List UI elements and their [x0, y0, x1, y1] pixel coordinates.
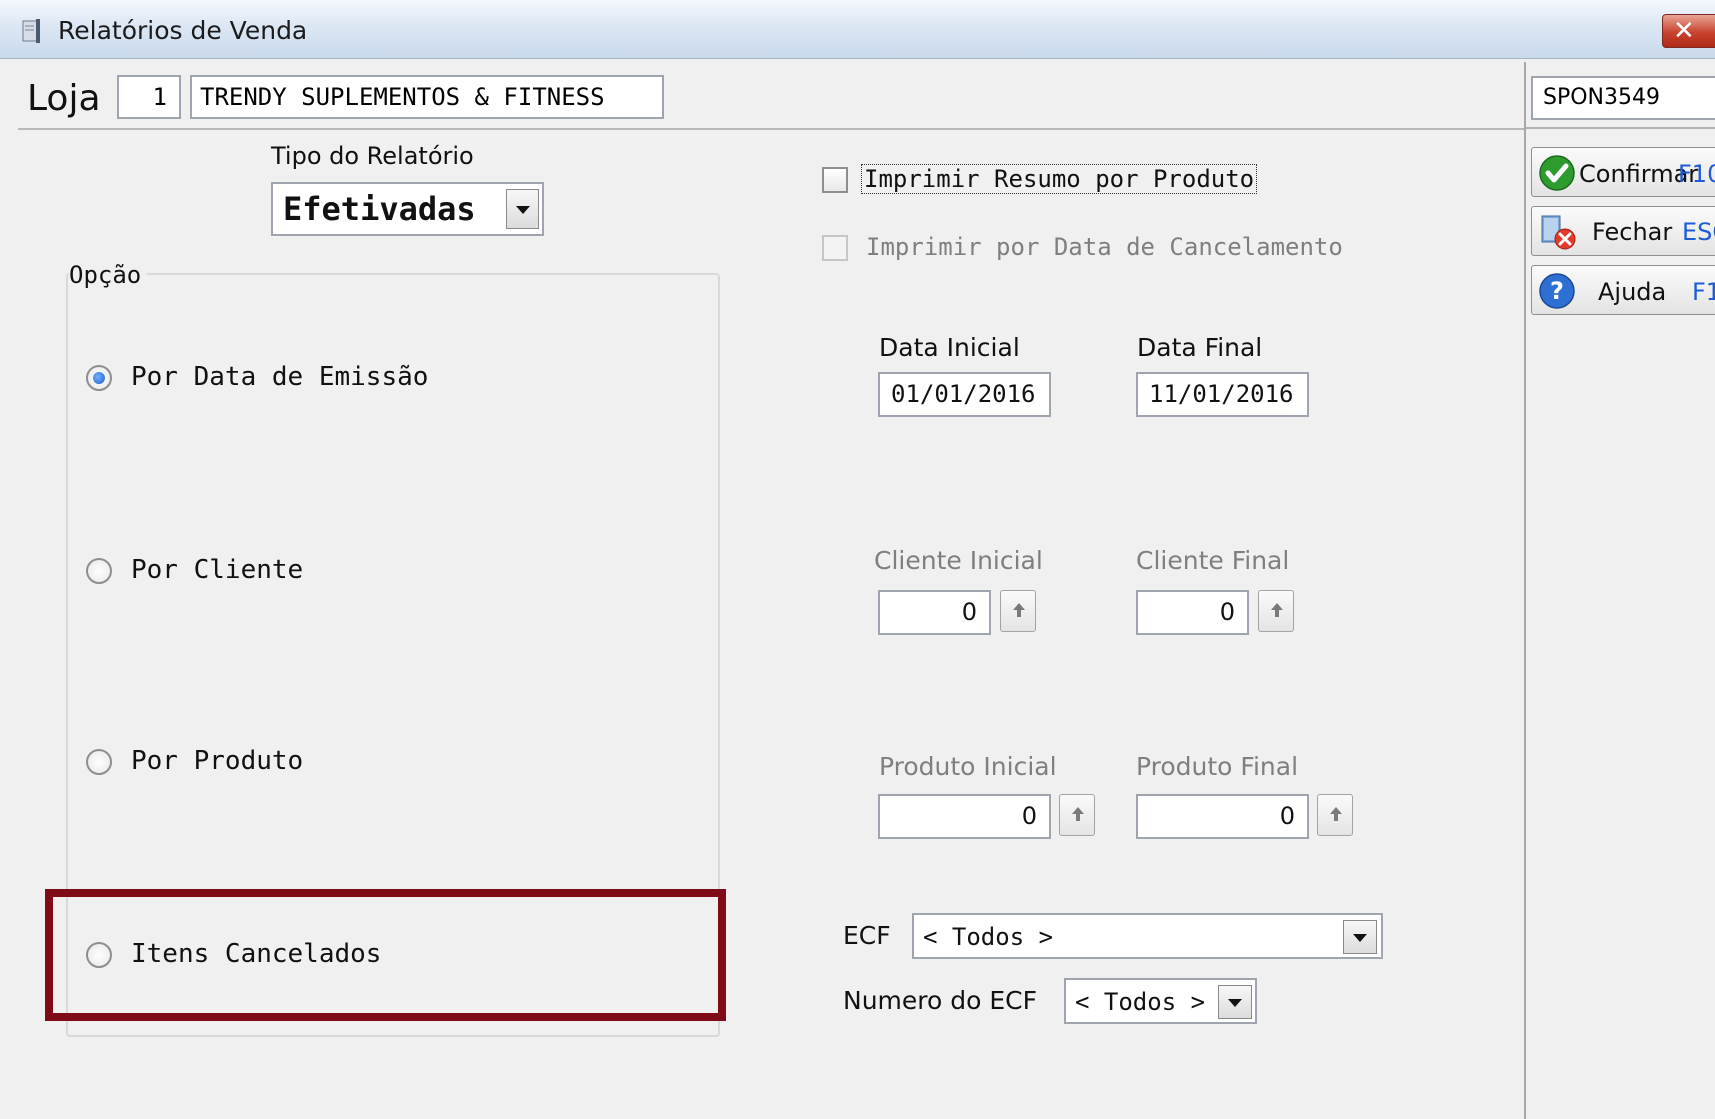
highlight-box: [45, 889, 726, 1021]
ecf-number-select[interactable]: < Todos >: [1064, 978, 1257, 1024]
product-start-lookup-button[interactable]: [1059, 794, 1095, 836]
machine-id-value: SPON3549: [1543, 85, 1660, 110]
ecf-number-label: Numero do ECF: [843, 986, 1037, 1015]
report-window: Relatórios de Venda ✕ Loja 1 TRENDY SUPL…: [0, 0, 1715, 1119]
svg-text:?: ?: [1550, 277, 1564, 305]
arrow-up-icon: [1330, 807, 1342, 821]
confirm-key: F10: [1678, 160, 1715, 188]
radio-por-data-emissao[interactable]: [86, 365, 112, 391]
checkbox-data-cancelamento-label: Imprimir por Data de Cancelamento: [866, 233, 1343, 261]
check-icon: [1539, 155, 1575, 191]
radio-selected-dot: [93, 372, 105, 384]
arrow-up-icon: [1013, 603, 1025, 617]
ecf-dropdown-button[interactable]: [1343, 920, 1377, 954]
close-icon: ✕: [1673, 16, 1695, 46]
report-type-dropdown-button[interactable]: [506, 189, 539, 229]
radio-por-cliente[interactable]: [86, 558, 112, 584]
loja-code-value: 1: [152, 83, 167, 111]
loja-label: Loja: [27, 78, 101, 119]
start-date-label: Data Inicial: [879, 333, 1020, 362]
chevron-down-icon: [1353, 934, 1367, 942]
close-form-label: Fechar: [1592, 218, 1673, 246]
loja-name-field[interactable]: TRENDY SUPLEMENTOS & FITNESS: [190, 75, 664, 119]
client-start-field[interactable]: 0: [878, 590, 991, 635]
client-end-label: Cliente Final: [1136, 546, 1290, 575]
app-icon: [22, 19, 40, 43]
close-door-icon: [1541, 215, 1576, 250]
end-date-field[interactable]: 11/01/2016: [1136, 372, 1309, 417]
product-end-lookup-button[interactable]: [1317, 794, 1353, 836]
help-icon: ?: [1539, 273, 1575, 309]
checkbox-resumo-produto-label[interactable]: Imprimir Resumo por Produto: [861, 164, 1258, 194]
checkbox-data-cancelamento: [822, 235, 848, 261]
client-start-label: Cliente Inicial: [874, 546, 1043, 575]
product-start-value: 0: [1021, 802, 1037, 830]
help-button[interactable]: ? Ajuda F1: [1531, 265, 1715, 315]
start-date-field[interactable]: 01/01/2016: [878, 372, 1051, 417]
ecf-value: < Todos >: [923, 923, 1054, 951]
client-end-value: 0: [1219, 598, 1235, 626]
help-key: F1: [1692, 278, 1715, 306]
ecf-select[interactable]: < Todos >: [912, 913, 1383, 959]
radio-por-produto[interactable]: [86, 749, 112, 775]
loja-code-field[interactable]: 1: [117, 75, 181, 119]
close-form-button[interactable]: Fechar ESC: [1531, 206, 1715, 256]
client-end-field[interactable]: 0: [1136, 590, 1249, 635]
radio-por-produto-label[interactable]: Por Produto: [131, 746, 303, 776]
report-type-value: Efetivadas: [283, 190, 476, 228]
product-start-label: Produto Inicial: [879, 752, 1057, 781]
close-form-key: ESC: [1682, 218, 1715, 246]
product-end-value: 0: [1279, 802, 1295, 830]
report-type-label: Tipo do Relatório: [271, 142, 474, 170]
confirm-button[interactable]: Confirmar F10: [1531, 147, 1715, 197]
product-end-field[interactable]: 0: [1136, 794, 1309, 839]
end-date-label: Data Final: [1137, 333, 1263, 362]
client-start-value: 0: [961, 598, 977, 626]
option-group-title: Opção: [69, 261, 148, 289]
chevron-down-icon: [1228, 999, 1242, 1007]
arrow-up-icon: [1072, 807, 1084, 821]
ecf-number-dropdown-button[interactable]: [1218, 985, 1252, 1019]
client-end-lookup-button[interactable]: [1258, 590, 1294, 632]
close-window-button[interactable]: ✕: [1662, 14, 1715, 48]
product-end-label: Produto Final: [1136, 752, 1299, 781]
chevron-down-icon: [516, 206, 530, 214]
checkbox-resumo-produto[interactable]: [822, 167, 848, 193]
start-date-value: 01/01/2016: [891, 380, 1036, 408]
right-panel-divider: [1524, 62, 1526, 1119]
title-bar: Relatórios de Venda: [0, 0, 1715, 59]
right-panel-hline: [1526, 127, 1715, 129]
help-label: Ajuda: [1598, 278, 1667, 306]
ecf-number-value: < Todos >: [1075, 988, 1206, 1016]
product-start-field[interactable]: 0: [878, 794, 1051, 839]
machine-id-field[interactable]: SPON3549: [1531, 76, 1715, 120]
radio-por-cliente-label[interactable]: Por Cliente: [131, 555, 303, 585]
radio-por-data-emissao-label[interactable]: Por Data de Emissão: [131, 362, 428, 392]
end-date-value: 11/01/2016: [1149, 380, 1294, 408]
client-start-lookup-button[interactable]: [1000, 590, 1036, 632]
report-type-select[interactable]: Efetivadas: [271, 182, 544, 236]
window-title: Relatórios de Venda: [58, 16, 308, 45]
loja-name-value: TRENDY SUPLEMENTOS & FITNESS: [200, 83, 605, 111]
arrow-up-icon: [1271, 603, 1283, 617]
ecf-label: ECF: [843, 921, 891, 950]
